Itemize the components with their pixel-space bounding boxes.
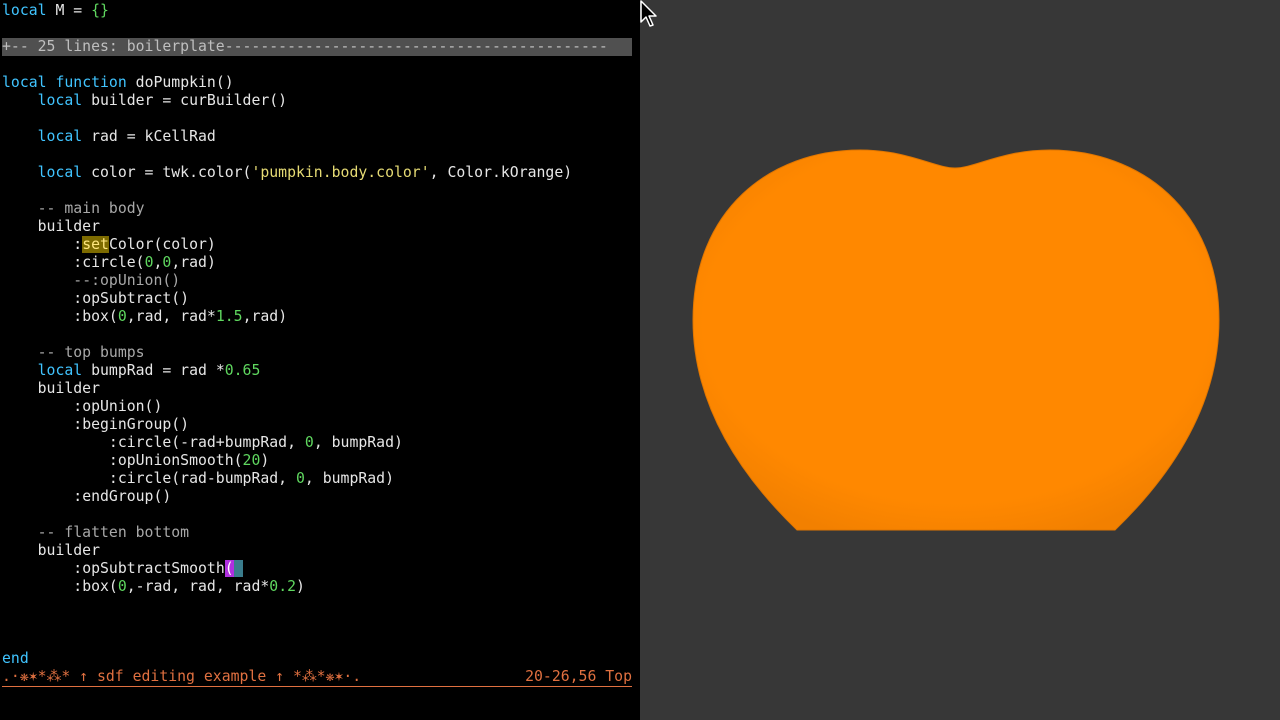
code-line: local rad = kCellRad [37, 128, 216, 145]
mouse-pointer-icon [640, 0, 657, 27]
text-cursor [233, 560, 243, 577]
code-line: :circle(0,0,rad) [73, 254, 216, 271]
code-comment: -- flatten bottom [37, 524, 190, 541]
code-line: :opUnion() [73, 398, 163, 415]
status-position: 20-26,56 Top [525, 668, 632, 685]
code-line: :endGroup() [73, 488, 172, 505]
code-comment: -- top bumps [37, 344, 145, 361]
code-line: end [2, 650, 29, 667]
code-line: :box(0,rad, rad*1.5,rad) [73, 308, 288, 325]
code-line: :box(0,-rad, rad, rad*0.2) [73, 578, 305, 595]
code-line: :opSubtract() [73, 290, 190, 307]
code-line: :circle(-rad+bumpRad, 0, bumpRad) [108, 434, 403, 451]
code-line: local bumpRad = rad *0.65 [37, 362, 261, 379]
code-line: :opUnionSmooth(20) [108, 452, 270, 469]
search-highlight: set [82, 236, 109, 253]
fold-marker[interactable]: +-- 25 lines: boilerplate---------------… [2, 38, 632, 56]
code-line: builder [37, 380, 100, 397]
code-editor[interactable]: local M = {} +-- 25 lines: boilerplate--… [0, 0, 640, 720]
code-line: :setColor(color) [73, 236, 216, 253]
code-comment: --:opUnion() [73, 272, 181, 289]
code-line: local function doPumpkin() [2, 74, 234, 91]
matching-paren-highlight: ( [224, 560, 234, 577]
code-line: builder [37, 542, 100, 559]
code-line: :circle(rad-bumpRad, 0, bumpRad) [108, 470, 394, 487]
code-line: local builder = curBuilder() [37, 92, 288, 109]
code-line: :opSubtractSmooth( [2, 560, 243, 578]
code-comment: -- main body [37, 200, 145, 217]
status-line: .·❋✶*⁂* ↑ sdf editing example ↑ *⁂*❋✶·. … [2, 668, 632, 687]
code-line: builder [37, 218, 100, 235]
pumpkin-shape [692, 149, 1220, 531]
render-viewport[interactable] [640, 0, 1280, 720]
code-line: local M = {} [2, 2, 109, 19]
viewport-canvas [692, 149, 1220, 531]
code-line: local color = twk.color('pumpkin.body.co… [37, 164, 573, 181]
status-file-label: .·❋✶*⁂* ↑ sdf editing example ↑ *⁂*❋✶·. [2, 668, 362, 685]
screen: local M = {} +-- 25 lines: boilerplate--… [0, 0, 1280, 720]
code-line: :beginGroup() [73, 416, 190, 433]
